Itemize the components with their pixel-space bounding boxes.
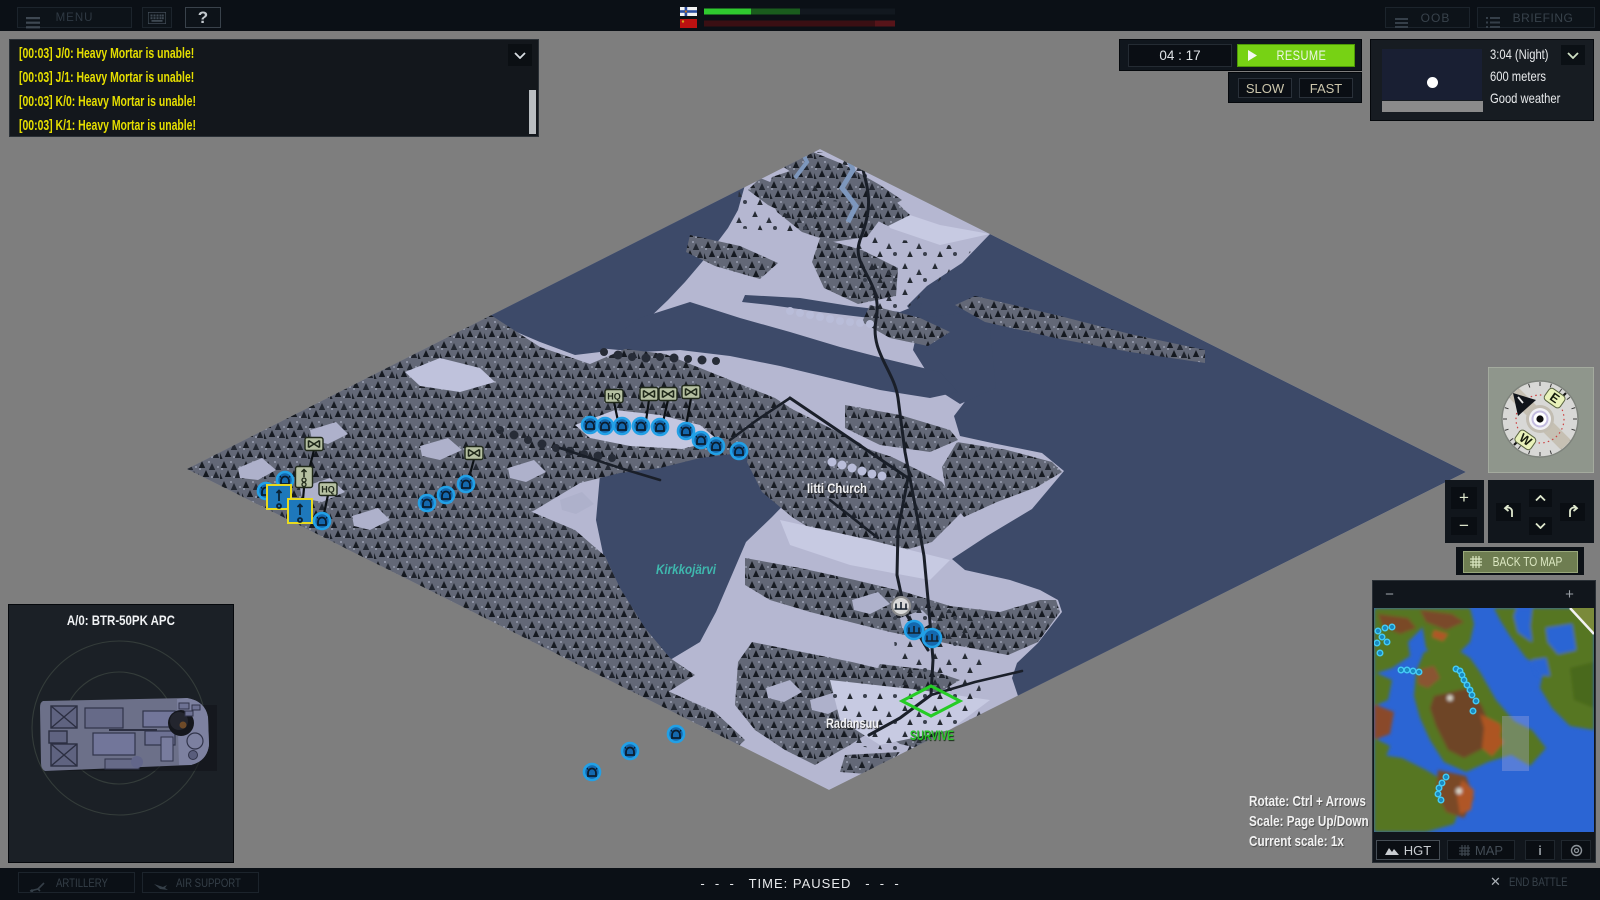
svg-text:Iitti Church: Iitti Church <box>807 480 867 496</box>
svg-text:SURVIVE: SURVIVE <box>910 727 954 743</box>
svg-text:Kirkkojärvi: Kirkkojärvi <box>656 561 717 577</box>
svg-text:Radansuu: Radansuu <box>826 715 879 731</box>
